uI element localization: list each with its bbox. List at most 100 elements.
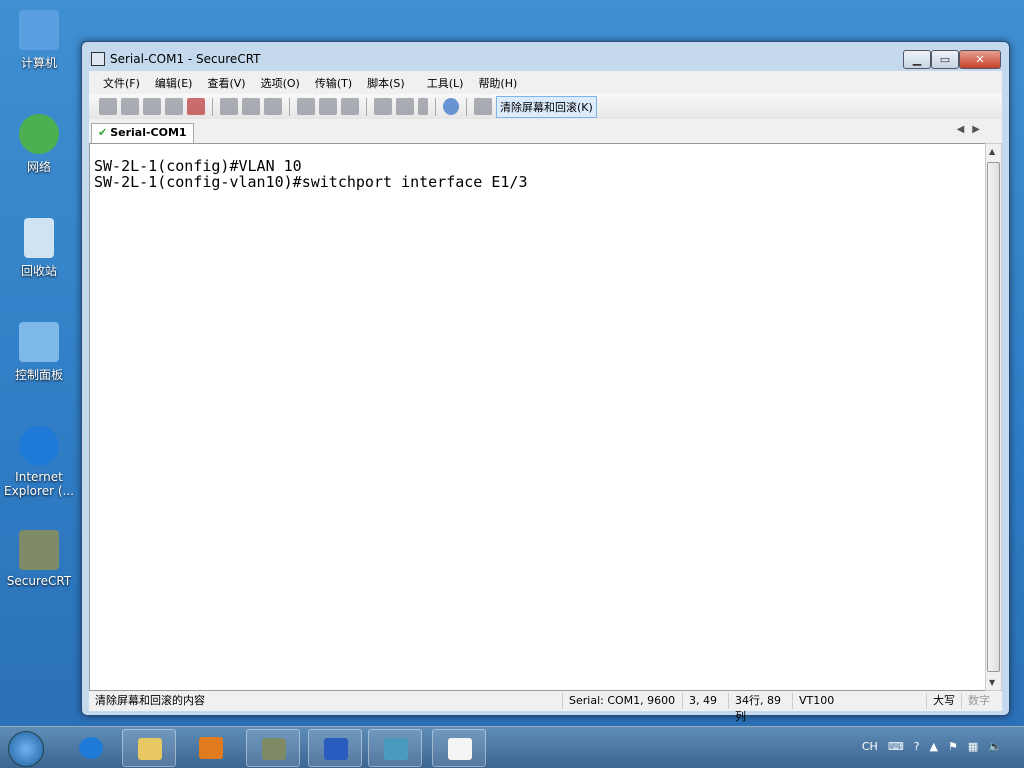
separator [212, 97, 213, 116]
media-player-icon [199, 737, 223, 759]
app-icon [91, 52, 105, 66]
terminal-line: SW-2L-1(config-vlan10)#switchport interf… [94, 173, 528, 191]
menu-transfer[interactable]: 传输(T) [315, 75, 352, 91]
icon-label: 控制面板 [14, 368, 63, 382]
terminal-line: SW-2L-1(config)#VLAN 10 [94, 157, 302, 175]
desktop-icon-recycle-bin[interactable]: 回收站 [0, 218, 78, 279]
action-center-icon[interactable]: ⚑ [948, 740, 958, 753]
volume-icon[interactable]: 🔈 [988, 740, 1002, 753]
separator [466, 97, 467, 116]
keyboard-icon[interactable]: ⌨ [888, 740, 904, 753]
status-size: 34行, 89列 [729, 693, 793, 723]
wps-writer-icon [324, 738, 348, 760]
separator [366, 97, 367, 116]
tab-scroll-arrows[interactable]: ◀▶ [957, 124, 988, 135]
maximize-button[interactable]: ▭ [931, 50, 959, 69]
status-num: 数字 [968, 694, 990, 707]
help-icon[interactable] [443, 98, 459, 115]
reconnect-icon[interactable] [165, 98, 183, 115]
securecrt-icon [19, 530, 59, 570]
separator [289, 97, 290, 116]
taskbar: CH ⌨ ? ▲ ⚑ ▦ 🔈 [0, 726, 1024, 768]
toolbar: 清除屏幕和回滚(K) [89, 94, 1002, 119]
status-bar: 清除屏幕和回滚的内容 Serial: COM1, 9600 3, 49 34行,… [89, 691, 1002, 723]
internet-explorer-icon [19, 426, 59, 466]
scroll-up-icon[interactable]: ▲ [989, 147, 995, 156]
title-bar[interactable]: Serial-COM1 - SecureCRT ▁ ▭ ✕ [82, 42, 1009, 71]
document-icon [448, 738, 472, 760]
print-icon[interactable] [341, 98, 359, 115]
disconnect-icon[interactable] [187, 98, 205, 115]
key-icon[interactable] [418, 98, 428, 115]
scroll-down-icon[interactable]: ▼ [989, 678, 995, 687]
photo-viewer-icon [384, 738, 408, 760]
menu-help[interactable]: 帮助(H) [478, 75, 517, 91]
tab-label: Serial-COM1 [110, 126, 187, 139]
session-options-icon[interactable] [374, 98, 392, 115]
help-icon[interactable]: ? [914, 740, 920, 753]
desktop-icon-securecrt[interactable]: SecureCRT [0, 530, 78, 588]
language-indicator[interactable]: CH [862, 740, 878, 753]
separator [435, 97, 436, 116]
taskbar-ie[interactable] [64, 729, 118, 767]
show-hidden-icons[interactable]: ▲ [930, 740, 938, 753]
status-cursor: 3, 49 [683, 693, 729, 709]
menu-script[interactable]: 脚本(S) [367, 75, 405, 91]
icon-label: 回收站 [20, 264, 57, 278]
icon-label: Internet Explorer (... [4, 470, 74, 498]
desktop-icon-ie[interactable]: Internet Explorer (... [0, 426, 78, 498]
recycle-bin-icon [24, 218, 54, 258]
folder-icon [138, 738, 162, 760]
terminal-output[interactable]: SW-2L-1(config)#VLAN 10 SW-2L-1(config-vl… [89, 143, 986, 691]
taskbar-document[interactable] [432, 729, 486, 767]
vertical-scrollbar[interactable]: ▲ ▼ [985, 143, 1002, 691]
desktop-icon-control-panel[interactable]: 控制面板 [0, 322, 78, 383]
control-panel-icon [19, 322, 59, 362]
status-connection: Serial: COM1, 9600 [563, 693, 683, 709]
icon-label: SecureCRT [6, 574, 72, 588]
connect-in-tab-icon[interactable] [143, 98, 161, 115]
close-button[interactable]: ✕ [959, 50, 1001, 69]
taskbar-explorer[interactable] [122, 729, 176, 767]
securecrt-icon [262, 738, 286, 760]
desktop-icon-computer[interactable]: 计算机 [0, 10, 78, 71]
desktop-icon-network[interactable]: 网络 [0, 114, 78, 175]
scroll-thumb[interactable] [987, 162, 1000, 672]
status-caps: 大写 [927, 693, 962, 709]
internet-explorer-icon [79, 737, 103, 759]
taskbar-wps[interactable] [308, 729, 362, 767]
global-options-icon[interactable] [396, 98, 414, 115]
start-button[interactable] [8, 731, 44, 767]
taskbar-securecrt[interactable] [246, 729, 300, 767]
taskbar-photo-viewer[interactable] [368, 729, 422, 767]
find-icon[interactable] [264, 98, 282, 115]
menu-file[interactable]: 文件(F) [103, 75, 140, 91]
tab-serial-com1[interactable]: ✔ Serial-COM1 [91, 123, 194, 143]
connect-icon[interactable] [99, 98, 117, 115]
taskbar-media-player[interactable] [184, 729, 238, 767]
icon-label: 计算机 [20, 56, 57, 70]
paste-icon[interactable] [242, 98, 260, 115]
menu-edit[interactable]: 编辑(E) [155, 75, 193, 91]
copy-icon[interactable] [220, 98, 238, 115]
quick-connect-icon[interactable] [121, 98, 139, 115]
minimize-button[interactable]: ▁ [903, 50, 931, 69]
clear-icon[interactable] [474, 98, 492, 115]
clear-screen-scrollback-button[interactable]: 清除屏幕和回滚(K) [496, 95, 597, 118]
menu-tools[interactable]: 工具(L) [427, 75, 464, 91]
status-message: 清除屏幕和回滚的内容 [89, 693, 563, 709]
status-emulation: VT100 [793, 693, 927, 709]
menu-view[interactable]: 查看(V) [207, 75, 245, 91]
icon-label: 网络 [26, 160, 51, 174]
check-icon: ✔ [98, 126, 108, 139]
tab-bar: ✔ Serial-COM1 ◀▶ [89, 119, 1002, 143]
menu-bar: 文件(F) 编辑(E) 查看(V) 选项(O) 传输(T) 脚本(S) 工具(L… [89, 71, 1002, 94]
network-icon[interactable]: ▦ [968, 740, 978, 753]
print-screen-icon[interactable] [297, 98, 315, 115]
system-tray: CH ⌨ ? ▲ ⚑ ▦ 🔈 [862, 740, 1002, 753]
network-icon [19, 114, 59, 154]
print-selection-icon[interactable] [319, 98, 337, 115]
menu-options[interactable]: 选项(O) [261, 75, 300, 91]
window-title: Serial-COM1 - SecureCRT [110, 52, 261, 66]
securecrt-window: Serial-COM1 - SecureCRT ▁ ▭ ✕ 文件(F) 编辑(E… [81, 41, 1010, 723]
